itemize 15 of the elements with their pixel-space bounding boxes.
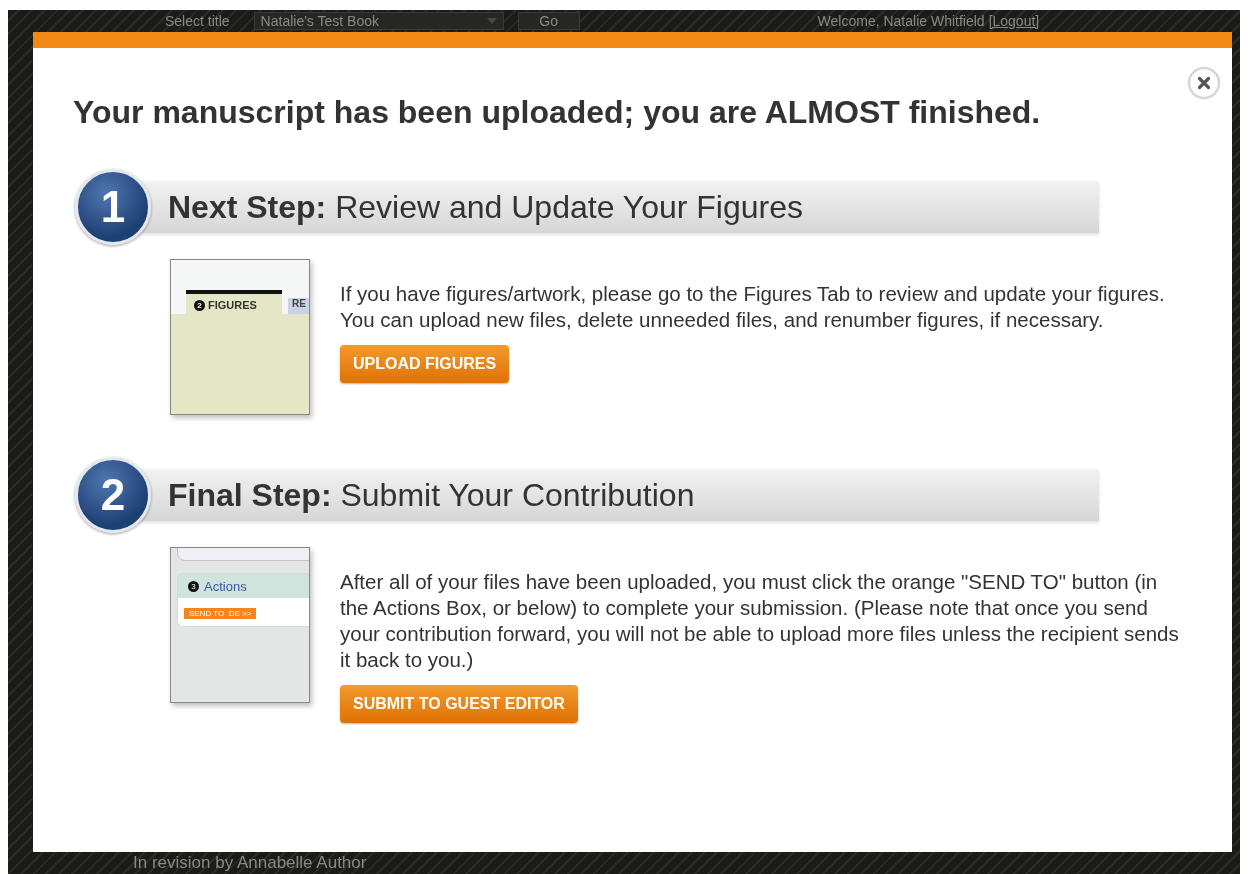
step-description: If you have figures/artwork, please go to the Figures Tab to review and update your figures. You can upload new files, delete unneeded files, and renumber figures, if necessary. bbox=[340, 281, 1166, 333]
step-description: After all of your files have been uploaded, you must click the orange "SEND TO" button (in the Actions Box, or below) to complete your submission. (Please note that once you send your contribution forward, you will not be able to upload more files unless the recipient sends it back to you.) bbox=[340, 569, 1180, 673]
go-button[interactable]: Go bbox=[517, 12, 580, 30]
dialog-heading: Your manuscript has been uploaded; you are ALMOST finished. bbox=[73, 93, 1042, 132]
step-number: 2 bbox=[75, 457, 151, 533]
welcome-text: Welcome, Natalie Whitfield bbox=[817, 13, 985, 29]
close-icon[interactable] bbox=[1187, 66, 1221, 100]
action-button[interactable]: SUBMIT TO GUEST EDITOR bbox=[340, 685, 578, 723]
revision-status-text: In revision by Annabelle Author bbox=[133, 852, 368, 874]
title-select[interactable]: Natalie's Test Book bbox=[253, 12, 504, 30]
select-title-label: Select title bbox=[165, 13, 230, 29]
actions-box-title: 3 Actions bbox=[178, 574, 309, 598]
step-number: 1 bbox=[75, 169, 151, 245]
action-button[interactable]: UPLOAD FIGURES bbox=[340, 345, 510, 383]
logout-link[interactable]: [Logout] bbox=[988, 13, 1040, 29]
